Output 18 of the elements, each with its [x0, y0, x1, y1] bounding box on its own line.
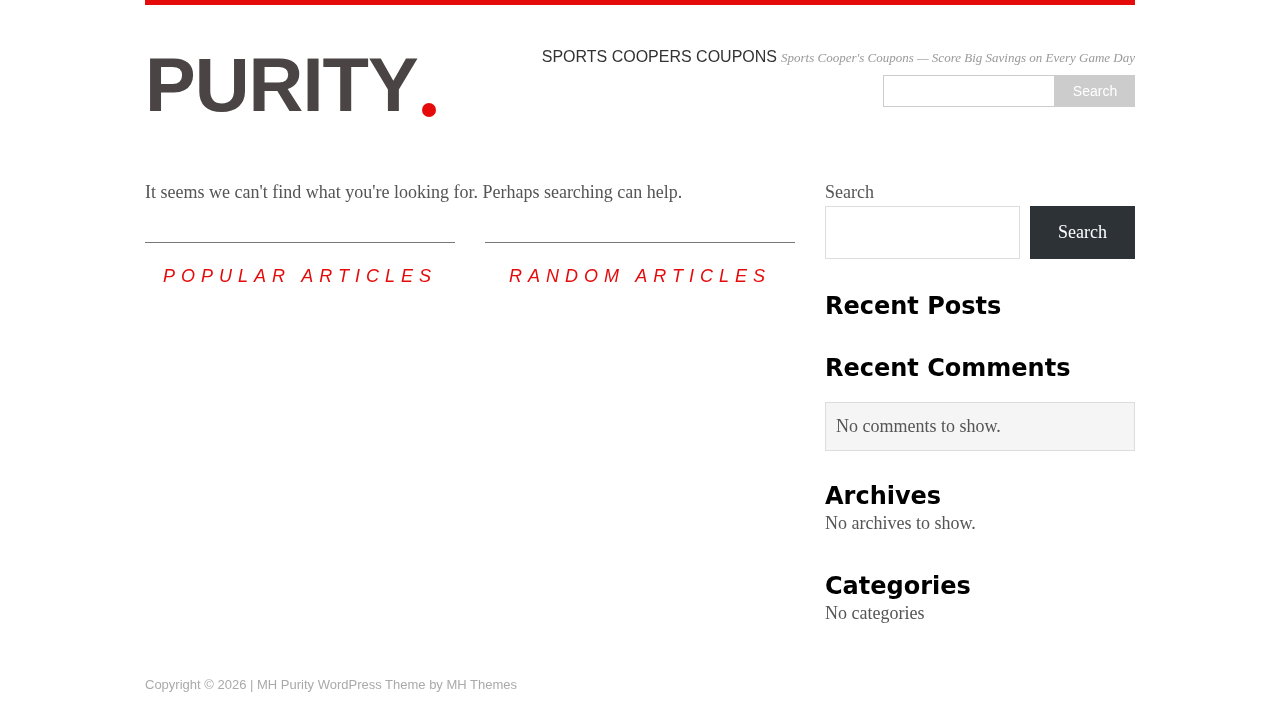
widget-title: Recent Comments [825, 353, 1072, 383]
not-found-message: It seems we can't find what you're looking for. Perhaps searching can help. [145, 181, 684, 204]
widget-title: Recent Posts [825, 291, 1003, 321]
comments-box: No comments to show. [825, 402, 1135, 451]
section-heading: RANDOM ARTICLES [509, 265, 771, 288]
widget-text: No categories [825, 602, 926, 625]
site-title[interactable]: SPORTS COOPERS COUPONS [541, 45, 777, 69]
section-heading: POPULAR ARTICLES [162, 265, 438, 288]
header-search-field[interactable] [883, 75, 1055, 107]
widget-text: No archives to show. [825, 512, 977, 535]
widget-title: Categories [825, 571, 972, 601]
site-tagline: Sports Cooper's Coupons — Score Big Savings on Every Game Day [781, 49, 1135, 67]
search-label: Search [825, 181, 875, 204]
search-field[interactable] [825, 206, 1020, 259]
footer-text: Copyright © 2026 | MH Purity WordPress Theme by MH Themes [145, 676, 519, 694]
widget-title: Archives [825, 481, 943, 511]
site-logo[interactable]: PURITY [145, 53, 418, 117]
search-button[interactable]: Search [1030, 206, 1135, 259]
